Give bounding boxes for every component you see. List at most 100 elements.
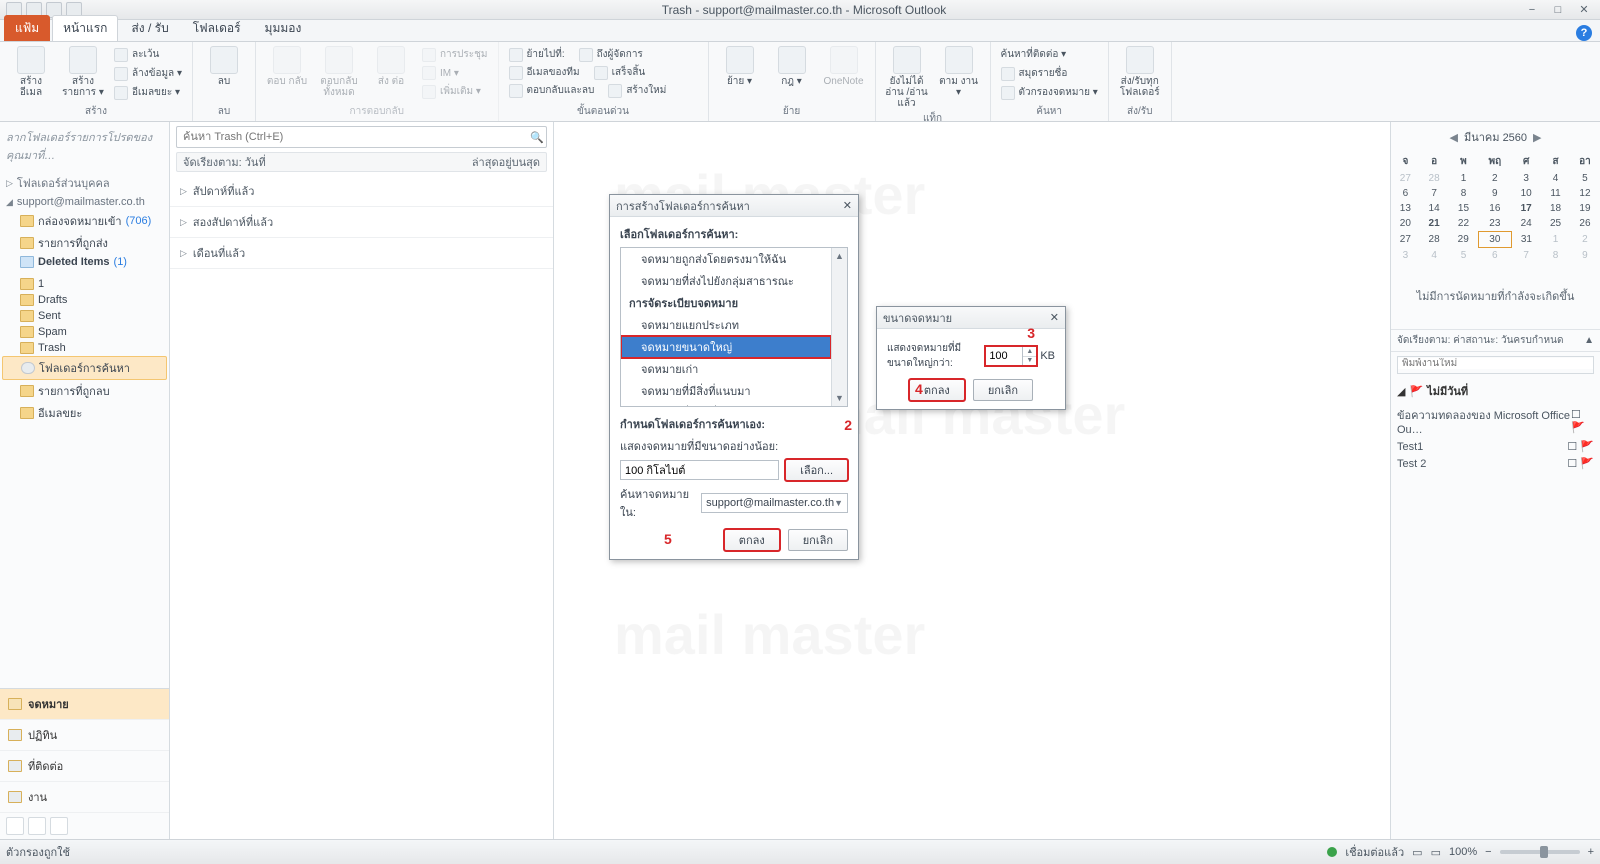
cal-day[interactable]: 12	[1570, 186, 1600, 201]
cal-day[interactable]: 19	[1570, 201, 1600, 216]
date-navigator[interactable]: จอพพฤศสอา 272812345678910111213141516171…	[1391, 152, 1600, 263]
move-button[interactable]: ย้าย ▾	[717, 46, 763, 87]
cal-day[interactable]: 11	[1541, 186, 1570, 201]
nav-notes-icon[interactable]	[6, 817, 24, 835]
qs-tomgr[interactable]: ถึงผู้จัดการ	[577, 46, 645, 63]
cal-day[interactable]: 22	[1448, 216, 1478, 232]
cal-day[interactable]: 28	[1420, 232, 1449, 248]
cal-day[interactable]: 7	[1420, 186, 1449, 201]
dialog2-cancel-button[interactable]: ยกเลิก	[973, 379, 1033, 401]
dialog2-close-icon[interactable]: ✕	[1050, 311, 1059, 324]
cal-day[interactable]: 30	[1478, 232, 1511, 248]
cal-day[interactable]: 6	[1391, 186, 1420, 201]
cal-day[interactable]: 28	[1420, 171, 1449, 186]
task-item[interactable]: Test1☐ 🚩	[1391, 438, 1600, 455]
nav-contacts[interactable]: ที่ติดต่อ	[0, 751, 169, 782]
folder-sent2[interactable]: Sent	[2, 308, 167, 324]
task-item[interactable]: ข้อความทดลองของ Microsoft Office Ou…☐ 🚩	[1391, 404, 1600, 438]
folder-inbox[interactable]: กล่องจดหมายเข้า (706)	[2, 210, 167, 232]
search-input[interactable]	[177, 131, 528, 143]
folder-search[interactable]: โฟลเดอร์การค้นหา	[2, 356, 167, 380]
cal-day[interactable]: 5	[1448, 248, 1478, 264]
reply-button[interactable]: ตอบ กลับ	[264, 46, 310, 87]
nav-account[interactable]: ◢support@mailmaster.co.th	[2, 194, 167, 210]
folder-drafts[interactable]: Drafts	[2, 292, 167, 308]
tree-item-large-mail[interactable]: จดหมายขนาดใหญ่	[621, 336, 831, 358]
task-arrange[interactable]: จัดเรียงตาม: ค่าสถานะ: วันครบกำหนด▲	[1391, 329, 1600, 352]
nav-mail[interactable]: จดหมาย	[0, 689, 169, 720]
group-last-week[interactable]: ▷สัปดาห์ที่แล้ว	[170, 176, 553, 207]
cal-prev[interactable]: ◀	[1449, 131, 1457, 144]
size-input[interactable]	[986, 347, 1022, 365]
tree-item[interactable]: จดหมายที่มีคำที่ระบุ	[621, 402, 831, 407]
cal-day[interactable]: 4	[1541, 171, 1570, 186]
dialog1-close-icon[interactable]: ✕	[843, 199, 852, 212]
size-value-field[interactable]	[620, 460, 779, 480]
folder-1[interactable]: 1	[2, 276, 167, 292]
cal-day[interactable]: 31	[1511, 232, 1541, 248]
folder-sent[interactable]: รายการที่ถูกส่ง	[2, 232, 167, 254]
nav-folders-icon[interactable]	[28, 817, 46, 835]
more-button[interactable]: เพิ่มเติม ▾	[420, 83, 490, 100]
cal-day[interactable]: 8	[1448, 186, 1478, 201]
cal-day[interactable]: 26	[1570, 216, 1600, 232]
folder-spam[interactable]: Spam	[2, 324, 167, 340]
cal-day[interactable]: 2	[1478, 171, 1511, 186]
search-folder-tree[interactable]: ▲▼ จดหมายถูกส่งโดยตรงมาให้ฉัน จดหมายที่ส…	[620, 247, 848, 407]
searchin-combo[interactable]: support@mailmaster.co.th▼	[701, 493, 848, 513]
search-box[interactable]: 🔍	[176, 126, 547, 148]
onenote-button[interactable]: OneNote	[821, 46, 867, 87]
cal-day[interactable]: 2	[1570, 232, 1600, 248]
folder-junk[interactable]: อีเมลขยะ	[2, 402, 167, 424]
cal-day[interactable]: 21	[1420, 216, 1449, 232]
cal-day[interactable]: 10	[1511, 186, 1541, 201]
cal-day[interactable]: 1	[1448, 171, 1478, 186]
folder-trash[interactable]: Trash	[2, 340, 167, 356]
tree-item[interactable]: จดหมายที่ส่งไปยังกลุ่มสาธารณะ	[621, 270, 831, 292]
cal-day[interactable]: 23	[1478, 216, 1511, 232]
tree-item[interactable]: จดหมายแยกประเภท	[621, 314, 831, 336]
task-group[interactable]: ◢🚩ไม่มีวันที่	[1391, 378, 1600, 404]
nav-calendar[interactable]: ปฏิทิน	[0, 720, 169, 751]
dialog1-cancel-button[interactable]: ยกเลิก	[788, 529, 848, 551]
tree-item[interactable]: จดหมายเก่า	[621, 358, 831, 380]
spin-up[interactable]: ▲	[1023, 347, 1036, 357]
new-items-button[interactable]: สร้าง รายการ ▾	[60, 46, 106, 98]
view-normal-icon[interactable]: ▭	[1412, 846, 1422, 859]
ignore-button[interactable]: ละเว้น	[112, 46, 184, 63]
arrange-bar[interactable]: จัดเรียงตาม: วันที่ ล่าสุดอยู่บนสุด	[176, 152, 547, 172]
group-two-weeks[interactable]: ▷สองสัปดาห์ที่แล้ว	[170, 207, 553, 238]
send-receive-all-button[interactable]: ส่ง/รับทุก โฟลเดอร์	[1117, 46, 1163, 98]
tab-view[interactable]: มุมมอง	[254, 15, 313, 41]
cal-day[interactable]: 3	[1511, 171, 1541, 186]
cal-day[interactable]: 4	[1420, 248, 1449, 264]
cal-day[interactable]: 5	[1570, 171, 1600, 186]
group-last-month[interactable]: ▷เดือนที่แล้ว	[170, 238, 553, 269]
cal-day[interactable]: 24	[1511, 216, 1541, 232]
task-item[interactable]: Test 2☐ 🚩	[1391, 455, 1600, 472]
minimize-button[interactable]: −	[1520, 2, 1544, 18]
maximize-button[interactable]: □	[1546, 2, 1570, 18]
unread-button[interactable]: ยังไม่ได้อ่าน /อ่านแล้ว	[884, 46, 930, 109]
qs-replydel[interactable]: ตอบกลับและลบ	[507, 82, 597, 99]
cal-day[interactable]: 8	[1541, 248, 1570, 264]
search-icon[interactable]: 🔍	[528, 131, 546, 144]
qs-new[interactable]: สร้างใหม่	[606, 82, 668, 99]
choose-button[interactable]: เลือก...	[785, 459, 848, 481]
new-task-input[interactable]	[1397, 356, 1594, 374]
cal-day[interactable]: 6	[1478, 248, 1511, 264]
tree-item[interactable]: จดหมายที่มีสิ่งที่แนบมา	[621, 380, 831, 402]
cal-day[interactable]: 3	[1391, 248, 1420, 264]
cal-day[interactable]: 14	[1420, 201, 1449, 216]
dialog1-ok-button[interactable]: ตกลง	[724, 529, 780, 551]
cal-day[interactable]: 1	[1541, 232, 1570, 248]
cal-day[interactable]: 29	[1448, 232, 1478, 248]
tab-home[interactable]: หน้าแรก	[52, 15, 118, 41]
cal-day[interactable]: 7	[1511, 248, 1541, 264]
delete-button[interactable]: ลบ	[201, 46, 247, 87]
tree-item[interactable]: จดหมายถูกส่งโดยตรงมาให้ฉัน	[621, 248, 831, 270]
cal-next[interactable]: ▶	[1533, 131, 1541, 144]
nav-personal-folders[interactable]: ▷โฟลเดอร์ส่วนบุคคล	[2, 172, 167, 194]
cal-day[interactable]: 9	[1478, 186, 1511, 201]
help-icon[interactable]: ?	[1576, 25, 1592, 41]
